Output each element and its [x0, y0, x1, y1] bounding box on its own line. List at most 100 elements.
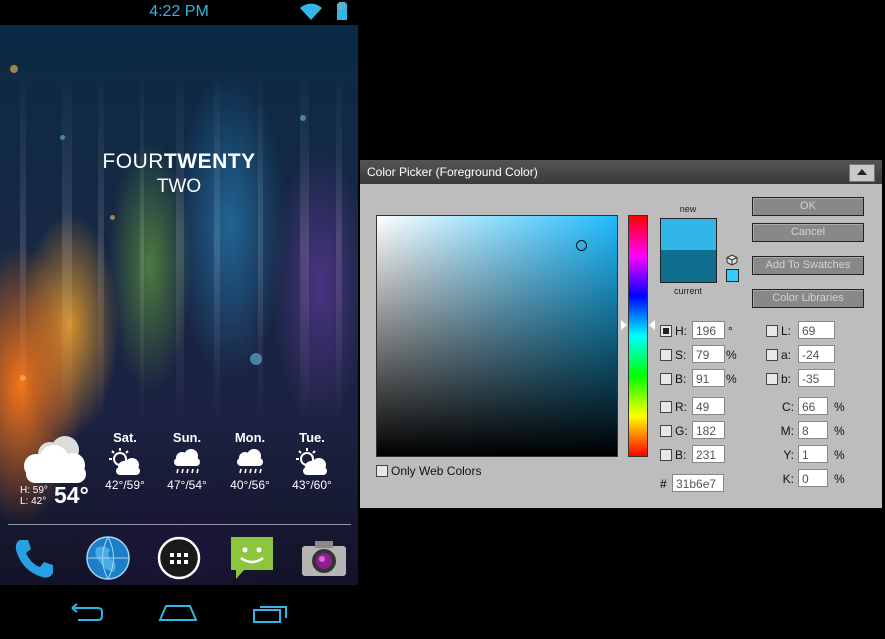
- forecast-temps: 43°/60°: [292, 478, 332, 492]
- hue-label: H:: [675, 324, 687, 338]
- saturation-radio[interactable]: [660, 349, 672, 361]
- add-to-swatches-button[interactable]: Add To Swatches: [752, 256, 864, 275]
- color-marker[interactable]: [576, 240, 587, 251]
- lightness-input[interactable]: 69: [798, 321, 835, 339]
- red-label: R:: [675, 400, 687, 414]
- yellow-input[interactable]: 1: [798, 445, 828, 463]
- websafe-cube-icon[interactable]: [726, 254, 738, 266]
- lab-b-radio[interactable]: [766, 373, 778, 385]
- magenta-unit: %: [834, 424, 845, 438]
- forecast-day: Sun. 47°/54°: [157, 430, 217, 492]
- dock-divider: [8, 524, 351, 525]
- only-web-colors-checkbox[interactable]: [376, 465, 388, 477]
- red-field-row: R: 49: [660, 397, 730, 417]
- lightness-radio[interactable]: [766, 325, 778, 337]
- green-field-row: G: 182: [660, 421, 730, 441]
- cyan-input[interactable]: 66: [798, 397, 828, 415]
- hue-input[interactable]: 196: [692, 321, 725, 339]
- forecast-temps: 42°/59°: [105, 478, 145, 492]
- magenta-input[interactable]: 8: [798, 421, 828, 439]
- hue-slider-left-arrow[interactable]: [620, 319, 627, 331]
- lab-a-radio[interactable]: [766, 349, 778, 361]
- wifi-icon: [300, 3, 322, 20]
- brightness-unit: %: [726, 372, 737, 386]
- lab-a-label: a:: [781, 348, 792, 362]
- clock-hour-minute: FOURTWENTY: [0, 150, 358, 174]
- lightness-field-row: L: 69: [766, 321, 846, 341]
- hue-slider[interactable]: [628, 215, 648, 457]
- navigation-bar: [0, 590, 358, 639]
- ok-button[interactable]: OK: [752, 197, 864, 216]
- collapse-button[interactable]: [849, 164, 875, 182]
- clock-hour: FOUR: [102, 150, 164, 173]
- saturation-unit: %: [726, 348, 737, 362]
- current-color-swatch[interactable]: [660, 250, 717, 283]
- forecast-day: Sat. 42°/59°: [95, 430, 155, 492]
- green-input[interactable]: 182: [692, 421, 725, 439]
- weather-widget[interactable]: H: 59° L: 42° 54° Sat. 42°/59° Sun. 47°/…: [0, 430, 358, 520]
- status-bar: 4:22 PM 87: [0, 0, 358, 25]
- lab-a-field-row: a: -24: [766, 345, 846, 365]
- camera-app-icon[interactable]: [300, 534, 348, 582]
- hue-slider-right-arrow[interactable]: [649, 320, 655, 330]
- home-icon[interactable]: [158, 602, 198, 624]
- saturation-field-row: S: 79 %: [660, 345, 740, 365]
- forecast-day-name: Tue.: [299, 430, 325, 445]
- blue-label: B:: [675, 448, 687, 462]
- rain-icon: [237, 449, 263, 474]
- blue-input[interactable]: 231: [692, 445, 725, 463]
- brightness-radio[interactable]: [660, 373, 672, 385]
- recent-apps-icon[interactable]: [252, 602, 290, 624]
- rain-icon: [174, 449, 200, 474]
- clock-minute: TWENTY: [163, 150, 256, 173]
- hue-radio[interactable]: [660, 325, 672, 337]
- browser-app-icon[interactable]: [84, 534, 132, 582]
- saturation-brightness-field[interactable]: [376, 215, 618, 457]
- saturation-input[interactable]: 79: [692, 345, 725, 363]
- today-high: H: 59°: [20, 485, 48, 496]
- saturation-label: S:: [675, 348, 687, 362]
- dialog-titlebar[interactable]: Color Picker (Foreground Color): [360, 160, 882, 184]
- cyan-label: C:: [782, 400, 794, 414]
- forecast-day: Tue. 43°/60°: [282, 430, 342, 492]
- green-radio[interactable]: [660, 425, 672, 437]
- lab-a-input[interactable]: -24: [798, 345, 835, 363]
- blue-radio[interactable]: [660, 449, 672, 461]
- back-icon[interactable]: [68, 602, 104, 624]
- app-drawer-icon[interactable]: [155, 534, 203, 582]
- black-label: K:: [782, 472, 794, 486]
- black-input[interactable]: 0: [798, 469, 828, 487]
- blue-field-row: B: 231: [660, 445, 730, 465]
- color-picker-dialog: Color Picker (Foreground Color) new curr…: [360, 160, 882, 508]
- black-unit: %: [834, 472, 845, 486]
- dialog-title: Color Picker (Foreground Color): [367, 165, 538, 179]
- green-label: G:: [675, 424, 688, 438]
- forecast-temps: 47°/54°: [167, 478, 207, 492]
- new-color-label: new: [679, 204, 697, 214]
- hue-unit: °: [728, 324, 733, 338]
- clock-widget[interactable]: FOURTWENTY TWO: [0, 150, 358, 198]
- hex-label: #: [660, 477, 667, 491]
- android-home-screen: 4:22 PM 87 FOURTWENTY TWO H: 59° L: 42° …: [0, 0, 358, 639]
- forecast-day-name: Sat.: [113, 430, 137, 445]
- websafe-color-swatch[interactable]: [726, 269, 739, 282]
- forecast-day-name: Sun.: [172, 430, 202, 445]
- hex-field-row: # 31b6e7: [660, 474, 730, 494]
- only-web-colors-label: Only Web Colors: [391, 464, 482, 478]
- current-color-label: current: [673, 286, 702, 296]
- hex-input[interactable]: 31b6e7: [672, 474, 724, 492]
- partly-cloudy-icon: [296, 448, 327, 475]
- lab-b-input[interactable]: -35: [798, 369, 835, 387]
- messaging-app-icon[interactable]: [228, 534, 276, 582]
- hue-field-row: H: 196 °: [660, 321, 740, 341]
- red-input[interactable]: 49: [692, 397, 725, 415]
- red-radio[interactable]: [660, 401, 672, 413]
- brightness-input[interactable]: 91: [692, 369, 725, 387]
- forecast-temps: 40°/56°: [230, 478, 270, 492]
- brightness-label: B:: [675, 372, 687, 386]
- cancel-button[interactable]: Cancel: [752, 223, 864, 242]
- cyan-field-row: C: 66 %: [780, 397, 850, 417]
- phone-app-icon[interactable]: [10, 534, 58, 582]
- magenta-label: M:: [780, 424, 794, 438]
- color-libraries-button[interactable]: Color Libraries: [752, 289, 864, 308]
